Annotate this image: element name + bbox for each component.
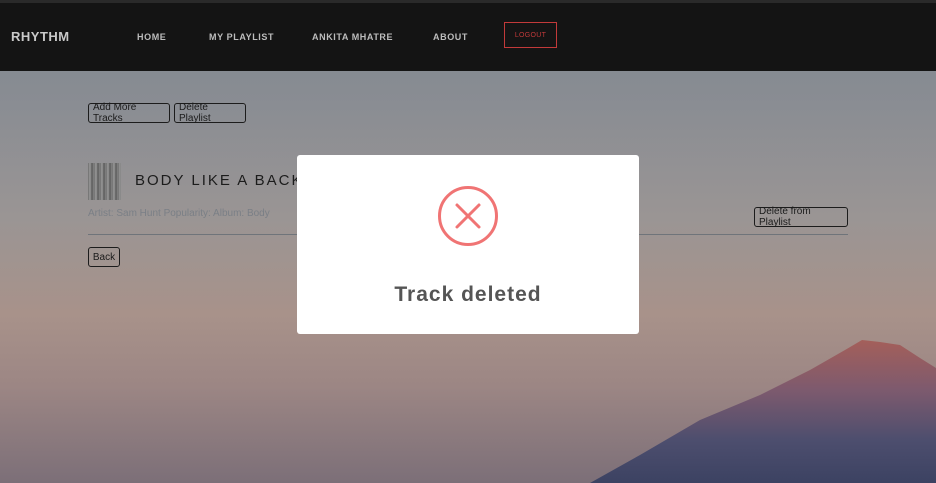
alert-modal: Track deleted xyxy=(297,155,639,334)
nav-home[interactable]: HOME xyxy=(137,32,166,42)
navbar: RHYTHM HOME MY PLAYLIST ANKITA MHATRE AB… xyxy=(0,3,936,71)
brand-logo[interactable]: RHYTHM xyxy=(11,29,70,44)
logout-button[interactable]: LOGOUT xyxy=(504,22,557,48)
track-thumbnail xyxy=(88,163,121,200)
delete-from-playlist-button[interactable]: Delete from Playlist xyxy=(754,206,848,228)
nav-my-playlist[interactable]: MY PLAYLIST xyxy=(209,32,274,42)
track-meta: Artist: Sam Hunt Popularity: Album: Body xyxy=(88,208,270,219)
error-x-icon xyxy=(438,186,498,246)
back-button[interactable]: Back xyxy=(88,247,120,267)
add-more-tracks-button[interactable]: Add More Tracks xyxy=(88,102,170,124)
track-title: BODY LIKE A BACK xyxy=(135,172,304,189)
modal-message: Track deleted xyxy=(394,283,542,306)
nav-about[interactable]: ABOUT xyxy=(433,32,468,42)
delete-playlist-button[interactable]: Delete Playlist xyxy=(174,102,246,124)
nav-user-profile[interactable]: ANKITA MHATRE xyxy=(312,32,393,42)
